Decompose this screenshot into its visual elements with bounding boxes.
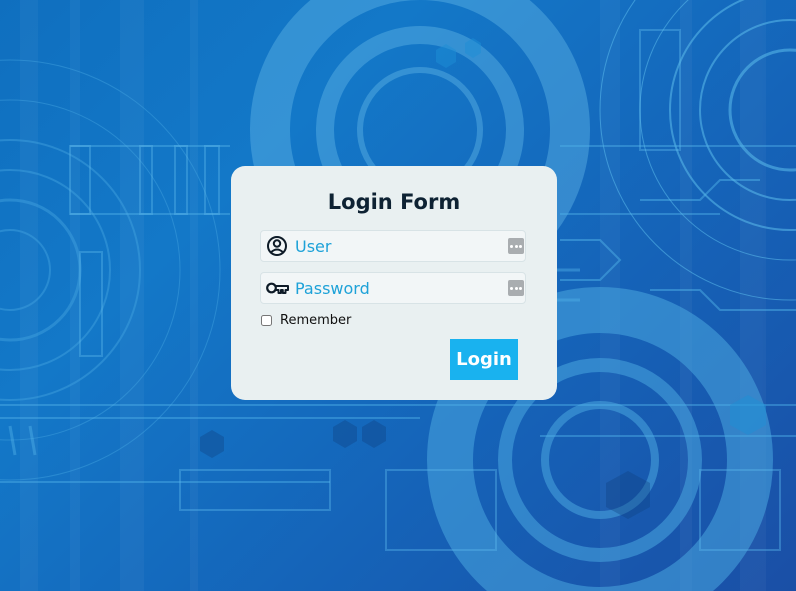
key-icon <box>266 282 289 294</box>
remember-label[interactable]: Remember <box>280 313 351 328</box>
user-input[interactable] <box>295 234 495 258</box>
password-manager-icon[interactable] <box>508 238 524 254</box>
remember-row: Remember <box>261 311 351 329</box>
password-field[interactable] <box>260 272 526 304</box>
remember-checkbox[interactable] <box>261 314 272 326</box>
login-form: Login Form Remember Login <box>231 166 557 400</box>
user-circle-icon <box>267 236 287 256</box>
user-field[interactable] <box>260 230 526 262</box>
password-input[interactable] <box>295 276 495 300</box>
login-form-title: Login Form <box>327 190 461 214</box>
login-button[interactable]: Login <box>450 339 518 380</box>
password-manager-icon[interactable] <box>508 280 524 296</box>
